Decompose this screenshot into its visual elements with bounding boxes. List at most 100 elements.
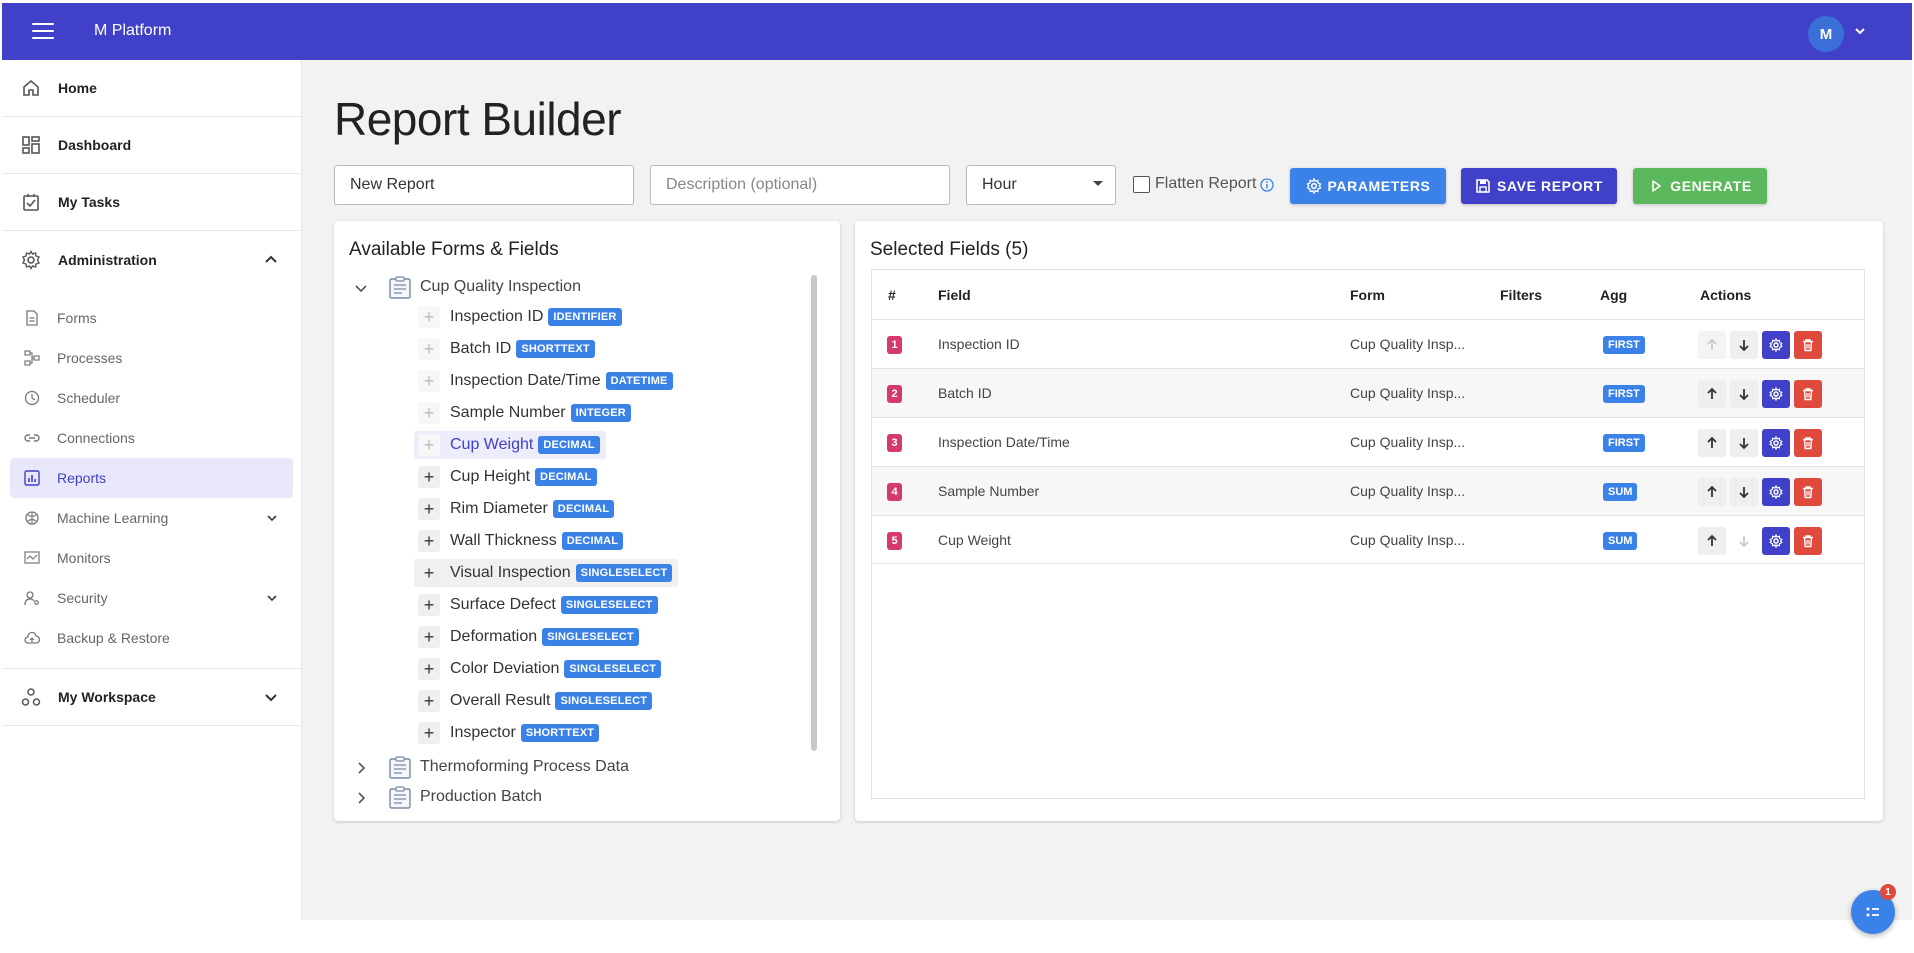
move-up-button[interactable] bbox=[1698, 331, 1726, 359]
field-item[interactable]: + Rim Diameter DECIMAL bbox=[414, 495, 620, 523]
move-up-button[interactable] bbox=[1698, 429, 1726, 457]
sidebar-item-label: Home bbox=[58, 80, 97, 96]
flatten-report-checkbox[interactable] bbox=[1133, 176, 1150, 193]
add-icon[interactable]: + bbox=[418, 402, 440, 424]
delete-button[interactable] bbox=[1794, 478, 1822, 506]
sidebar-item-backup-restore[interactable]: Backup & Restore bbox=[2, 618, 301, 658]
trash-icon bbox=[1803, 388, 1813, 401]
interval-select[interactable]: Hour bbox=[966, 165, 1116, 205]
agg-badge[interactable]: FIRST bbox=[1603, 336, 1645, 354]
sidebar-item-processes[interactable]: Processes bbox=[2, 338, 301, 378]
delete-button[interactable] bbox=[1794, 331, 1822, 359]
description-input[interactable]: Description (optional) bbox=[650, 165, 950, 205]
delete-button[interactable] bbox=[1794, 429, 1822, 457]
sidebar-item-machine-learning[interactable]: Machine Learning bbox=[2, 498, 301, 538]
add-icon[interactable]: + bbox=[418, 658, 440, 680]
sidebar-item-my-workspace[interactable]: My Workspace bbox=[2, 669, 301, 726]
field-item[interactable]: + Cup Height DECIMAL bbox=[414, 463, 603, 491]
chevron-down-icon[interactable] bbox=[354, 281, 368, 295]
report-name-input[interactable]: New Report bbox=[334, 165, 634, 205]
tree-scrollbar[interactable] bbox=[811, 275, 817, 751]
chevron-right-icon[interactable] bbox=[354, 761, 368, 775]
move-down-button[interactable] bbox=[1730, 429, 1758, 457]
add-icon[interactable]: + bbox=[418, 594, 440, 616]
move-down-button[interactable] bbox=[1730, 478, 1758, 506]
sidebar-item-forms[interactable]: Forms bbox=[2, 298, 301, 338]
flatten-report-label[interactable]: Flatten Report bbox=[1155, 175, 1256, 193]
field-type-badge: SINGLESELECT bbox=[564, 660, 662, 678]
chevron-down-icon[interactable] bbox=[266, 592, 278, 604]
move-up-button[interactable] bbox=[1698, 478, 1726, 506]
top-app-bar: M Platform M bbox=[2, 3, 1912, 60]
row-field: Sample Number bbox=[938, 483, 1040, 499]
move-down-button[interactable] bbox=[1730, 331, 1758, 359]
delete-button[interactable] bbox=[1794, 527, 1822, 555]
sidebar-item-scheduler[interactable]: Scheduler bbox=[2, 378, 301, 418]
table-row: 4 Sample Number Cup Quality Insp... SUM bbox=[872, 466, 1864, 515]
field-item[interactable]: + Surface Defect SINGLESELECT bbox=[414, 591, 664, 619]
generate-button[interactable]: GENERATE bbox=[1633, 168, 1767, 204]
add-icon[interactable]: + bbox=[418, 370, 440, 392]
sidebar-item-security[interactable]: Security bbox=[2, 578, 301, 618]
sidebar-item-dashboard[interactable]: Dashboard bbox=[2, 117, 301, 174]
agg-badge[interactable]: FIRST bbox=[1603, 385, 1645, 403]
sidebar-item-administration[interactable]: Administration bbox=[2, 231, 301, 288]
move-up-button[interactable] bbox=[1698, 527, 1726, 555]
chevron-down-icon[interactable] bbox=[266, 512, 278, 524]
row-index-badge: 1 bbox=[887, 336, 902, 354]
add-icon[interactable]: + bbox=[418, 626, 440, 648]
selected-fields-title: Selected Fields (5) bbox=[870, 239, 1029, 260]
avatar[interactable]: M bbox=[1808, 16, 1844, 52]
sidebar-item-label: Machine Learning bbox=[57, 510, 169, 526]
sidebar-item-label: Security bbox=[57, 590, 108, 606]
chevron-right-icon[interactable] bbox=[354, 791, 368, 805]
arrow-up-icon bbox=[1707, 436, 1717, 448]
parameters-button[interactable]: PARAMETERS bbox=[1290, 168, 1446, 204]
field-item[interactable]: + Deformation SINGLESELECT bbox=[414, 623, 645, 651]
field-item[interactable]: + Overall Result SINGLESELECT bbox=[414, 687, 658, 715]
row-form: Cup Quality Insp... bbox=[1350, 385, 1466, 401]
agg-badge[interactable]: FIRST bbox=[1603, 434, 1645, 452]
add-icon[interactable]: + bbox=[418, 562, 440, 584]
sidebar-item-my-tasks[interactable]: My Tasks bbox=[2, 174, 301, 231]
settings-button[interactable] bbox=[1762, 380, 1790, 408]
settings-button[interactable] bbox=[1762, 331, 1790, 359]
field-item[interactable]: + Sample Number INTEGER bbox=[414, 399, 637, 427]
add-icon[interactable]: + bbox=[418, 498, 440, 520]
sidebar-item-monitors[interactable]: Monitors bbox=[2, 538, 301, 578]
sidebar-item-home[interactable]: Home bbox=[2, 60, 301, 117]
move-down-button[interactable] bbox=[1730, 380, 1758, 408]
agg-badge[interactable]: SUM bbox=[1603, 483, 1638, 501]
field-item[interactable]: + Inspector SHORTTEXT bbox=[414, 719, 605, 747]
field-item[interactable]: + Batch ID SHORTTEXT bbox=[414, 335, 601, 363]
add-icon[interactable]: + bbox=[418, 690, 440, 712]
add-icon[interactable]: + bbox=[418, 530, 440, 552]
add-icon[interactable]: + bbox=[418, 338, 440, 360]
sidebar-item-reports[interactable]: Reports bbox=[10, 458, 293, 498]
field-item[interactable]: + Visual Inspection SINGLESELECT bbox=[414, 559, 679, 587]
field-item[interactable]: + Wall Thickness DECIMAL bbox=[414, 527, 629, 555]
field-item[interactable]: + Cup Weight DECIMAL bbox=[414, 431, 606, 459]
add-icon[interactable]: + bbox=[418, 722, 440, 744]
save-report-button[interactable]: SAVE REPORT bbox=[1461, 168, 1617, 204]
delete-button[interactable] bbox=[1794, 380, 1822, 408]
move-down-button[interactable] bbox=[1730, 527, 1758, 555]
field-item[interactable]: + Color Deviation SINGLESELECT bbox=[414, 655, 667, 683]
form-name: Production Batch bbox=[420, 788, 542, 805]
settings-button[interactable] bbox=[1762, 478, 1790, 506]
add-icon[interactable]: + bbox=[418, 466, 440, 488]
chevron-down-icon[interactable] bbox=[1854, 25, 1866, 37]
sidebar-item-connections[interactable]: Connections bbox=[2, 418, 301, 458]
move-up-button[interactable] bbox=[1698, 380, 1726, 408]
menu-icon[interactable] bbox=[32, 23, 54, 39]
chevron-down-icon[interactable] bbox=[264, 690, 278, 704]
chevron-up-icon[interactable] bbox=[264, 253, 278, 267]
settings-button[interactable] bbox=[1762, 527, 1790, 555]
settings-button[interactable] bbox=[1762, 429, 1790, 457]
field-item[interactable]: + Inspection Date/Time DATETIME bbox=[414, 367, 679, 395]
add-icon[interactable]: + bbox=[418, 434, 440, 456]
agg-badge[interactable]: SUM bbox=[1603, 532, 1638, 550]
add-icon[interactable]: + bbox=[418, 306, 440, 328]
field-item[interactable]: + Inspection ID IDENTIFIER bbox=[414, 303, 628, 331]
info-icon[interactable] bbox=[1260, 178, 1274, 192]
